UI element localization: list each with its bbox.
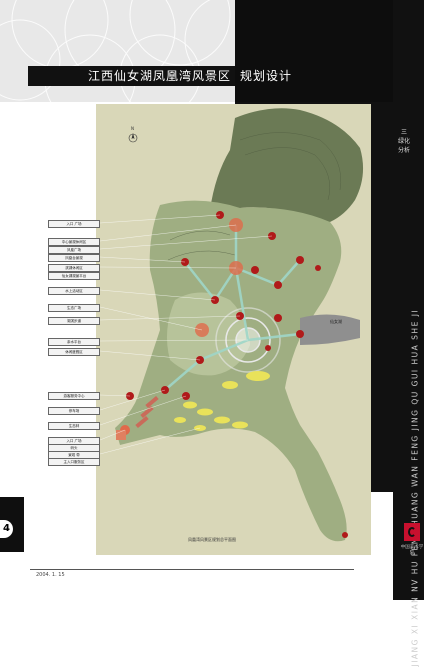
north-arrow-icon <box>128 133 138 143</box>
legend-item: 仙女湖观景平台 <box>48 272 100 280</box>
footer-divider <box>30 569 354 570</box>
legend-item: 水上活动区 <box>48 287 100 295</box>
legend-item: 游客服务中心 <box>48 392 100 400</box>
legend-item: 湖滨步道 <box>48 317 100 325</box>
legend-item: 生态广场 <box>48 304 100 312</box>
north-label: N <box>131 126 134 131</box>
legend-item: 入口 广场 <box>48 220 100 228</box>
master-plan-drawing: 仙女湖 N <box>99 108 364 542</box>
legend-item: 凤凰台景观 <box>48 254 100 262</box>
legend-item: 停车场 <box>48 407 100 415</box>
lake-label: 仙女湖 <box>330 318 342 324</box>
hill-terrain <box>210 108 364 222</box>
map-caption: 凤凰湾风景区规划总平面图 <box>188 537 236 542</box>
land-mass <box>115 200 347 542</box>
footer-date: 2004. 1. 15 <box>36 572 65 578</box>
legend-item: 休闲度假区 <box>48 348 100 356</box>
legend-item: 凤凰广场 <box>48 246 100 254</box>
legend-item: 中心景观休闲区 <box>48 238 100 246</box>
legend-item: 生态林 <box>48 422 100 430</box>
legend-item: 滨湖休闲区 <box>48 264 100 272</box>
legend-item: 主入口服务区 <box>48 458 100 466</box>
legend-item: 亲水平台 <box>48 338 100 346</box>
